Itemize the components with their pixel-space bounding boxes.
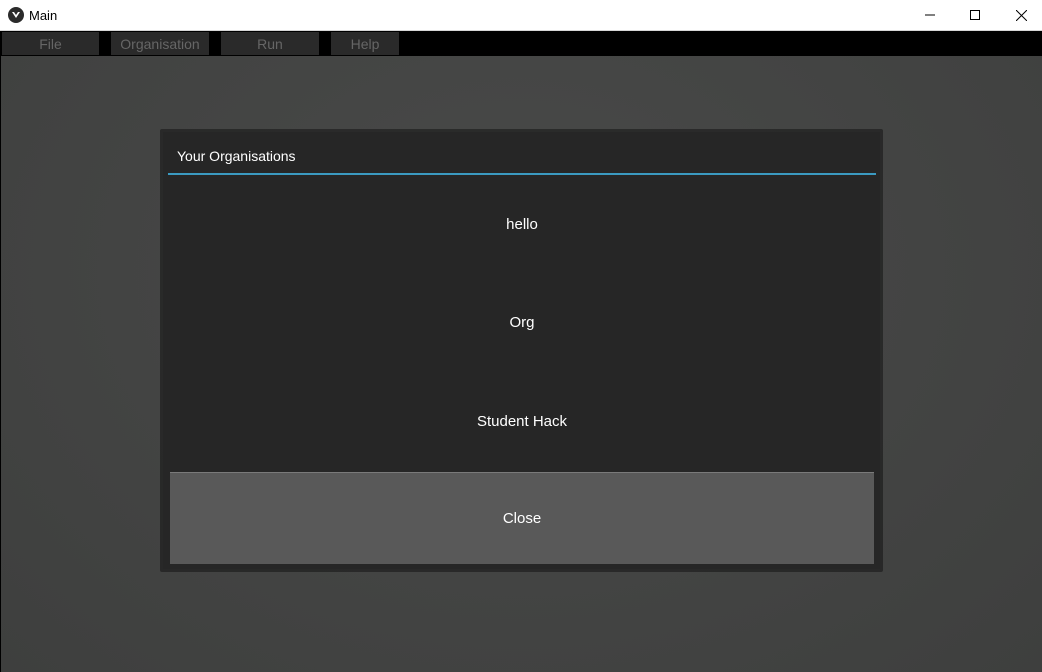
minimize-icon	[925, 14, 935, 16]
menu-file[interactable]: File	[2, 32, 99, 55]
minimize-button[interactable]	[907, 0, 953, 30]
kivy-app-icon	[8, 7, 24, 23]
menu-organisation[interactable]: Organisation	[111, 32, 209, 55]
dialog-title: Your Organisations	[177, 148, 296, 164]
organisation-item-org[interactable]: Org	[170, 273, 874, 371]
organisations-dialog: Your Organisations hello Org Student Hac…	[163, 132, 880, 569]
menu-run[interactable]: Run	[221, 32, 319, 55]
close-icon	[1015, 9, 1027, 21]
window-title: Main	[29, 8, 58, 23]
close-button[interactable]: Close	[170, 472, 874, 564]
maximize-icon	[970, 10, 980, 20]
window-titlebar: Main	[0, 0, 1042, 31]
menu-help[interactable]: Help	[331, 32, 399, 55]
menu-bar: File Organisation Run Help	[0, 31, 1042, 56]
window-close-button[interactable]	[998, 0, 1042, 30]
organisation-item-hello[interactable]: hello	[170, 175, 874, 273]
maximize-button[interactable]	[952, 0, 998, 30]
organisation-item-student-hack[interactable]: Student Hack	[170, 372, 874, 470]
